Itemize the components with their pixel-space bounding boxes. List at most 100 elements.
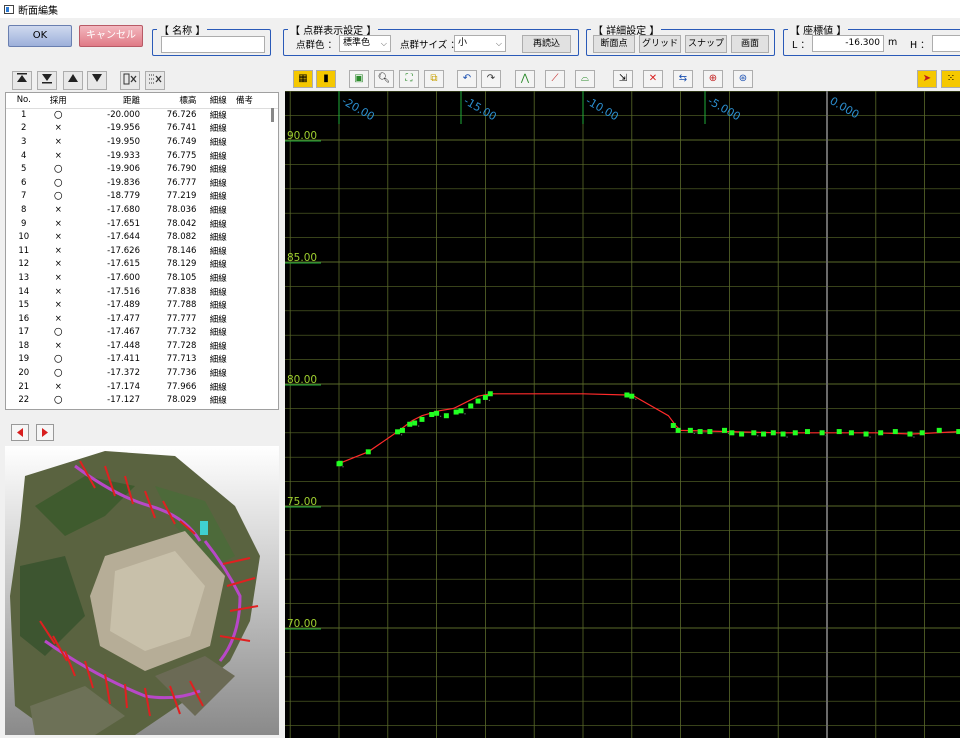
table-row[interactable]: 8 × -17.680 78.036 細線: [6, 203, 278, 217]
table-row[interactable]: 16 × -17.477 77.777 細線: [6, 312, 278, 326]
insert-point-icon[interactable]: ⊕: [703, 70, 723, 88]
table-row[interactable]: 12 × -17.615 78.129 細線: [6, 258, 278, 272]
move-top-icon[interactable]: [12, 71, 32, 90]
col-elevation[interactable]: 標高: [143, 93, 201, 109]
row-elevation: 76.726: [166, 110, 197, 121]
col-distance[interactable]: 距離: [74, 93, 144, 109]
redo-icon[interactable]: ↷: [481, 70, 501, 88]
row-use: 〇: [54, 355, 63, 366]
delete-rows-icon[interactable]: [145, 71, 165, 90]
l-value-field[interactable]: -16.300: [812, 35, 884, 52]
col-use[interactable]: 採用: [41, 93, 75, 109]
table-row[interactable]: 3 × -19.950 76.749 細線: [6, 135, 278, 149]
next-section-button[interactable]: [36, 424, 54, 441]
name-input[interactable]: [161, 36, 265, 53]
zoom-extents-icon[interactable]: ⛶: [399, 70, 419, 88]
table-row[interactable]: 10 × -17.644 78.082 細線: [6, 230, 278, 244]
arrow-left-icon: [17, 428, 23, 437]
table-row[interactable]: 5 〇 -19.906 76.790 細線: [6, 162, 278, 176]
delete-point-icon[interactable]: [120, 71, 140, 90]
snap-button[interactable]: スナップ: [685, 35, 727, 53]
move-up-icon[interactable]: [63, 71, 83, 90]
point-cloud-overview[interactable]: [5, 446, 279, 735]
row-no: 5: [21, 164, 27, 175]
table-row[interactable]: 22 〇 -17.127 78.029 細線: [6, 393, 278, 407]
row-elevation: 76.775: [166, 150, 197, 161]
row-elevation: 77.777: [166, 313, 197, 324]
row-line: 細線: [209, 233, 227, 244]
table-row[interactable]: 13 × -17.600 78.105 細線: [6, 271, 278, 285]
row-note: [236, 339, 278, 353]
table-row[interactable]: 1 〇 -20.000 76.726 細線: [6, 108, 278, 122]
col-note[interactable]: 備考: [235, 93, 278, 109]
point-size-select[interactable]: 小 ⌵: [454, 35, 506, 52]
row-distance: -17.372: [107, 368, 140, 379]
table-row[interactable]: 20 〇 -17.372 77.736 細線: [6, 366, 278, 380]
grid-button[interactable]: グリッド: [639, 35, 681, 53]
table-row[interactable]: 19 〇 -17.411 77.713 細線: [6, 353, 278, 367]
reload-button[interactable]: 再読込: [522, 35, 571, 53]
section-canvas[interactable]: -20.00 -15.00 -10.00 -5.000 0.000 90.00 85.00 8…: [285, 91, 960, 738]
section-point: [429, 412, 435, 417]
row-use: ×: [54, 218, 62, 229]
section-point: [629, 393, 635, 399]
move-down-step-icon[interactable]: [37, 71, 57, 90]
polyline-icon[interactable]: ⋀: [515, 70, 535, 88]
ok-button[interactable]: OK: [8, 25, 72, 47]
table-row[interactable]: 15 × -17.489 77.788 細線: [6, 298, 278, 312]
table-row[interactable]: 4 × -19.933 76.775 細線: [6, 149, 278, 163]
move-down-icon[interactable]: [87, 71, 107, 90]
table-row[interactable]: 7 〇 -18.779 77.219 細線: [6, 190, 278, 204]
grid-toggle-icon[interactable]: ⁙: [941, 70, 960, 88]
row-note: [236, 162, 278, 176]
row-use: ×: [54, 136, 62, 147]
table-row[interactable]: 14 × -17.516 77.838 細線: [6, 285, 278, 299]
row-use: ×: [54, 259, 62, 270]
table-row[interactable]: 11 × -17.626 78.146 細線: [6, 244, 278, 258]
y-tick-label: 80.00: [287, 374, 317, 386]
h-value-field[interactable]: [932, 35, 960, 52]
chevron-down-icon: ⌵: [380, 39, 387, 48]
table-row[interactable]: 6 〇 -19.836 76.777 細線: [6, 176, 278, 190]
measure-icon[interactable]: ⊛: [733, 70, 753, 88]
l-unit: m: [888, 37, 898, 48]
section-point: [412, 420, 418, 426]
row-note: [236, 176, 278, 190]
row-elevation: 77.736: [166, 368, 197, 379]
section-point: [770, 430, 776, 436]
line-icon[interactable]: ⟋: [545, 70, 565, 88]
table-row[interactable]: 2 × -19.956 76.741 細線: [6, 122, 278, 136]
table-row[interactable]: 17 〇 -17.467 77.732 細線: [6, 326, 278, 340]
undo-icon[interactable]: ↶: [457, 70, 477, 88]
pointer-icon[interactable]: ➤: [917, 70, 937, 88]
col-no[interactable]: No.: [6, 93, 42, 109]
row-distance: -18.779: [107, 191, 140, 202]
zoom-icon[interactable]: 🔍︎: [374, 70, 394, 88]
fit-view-icon[interactable]: ▣: [349, 70, 369, 88]
table-row[interactable]: 9 × -17.651 78.042 細線: [6, 217, 278, 231]
window-select-icon[interactable]: ⧉: [424, 70, 444, 88]
prev-section-button[interactable]: [11, 424, 29, 441]
row-note: [236, 393, 278, 407]
profile-line: [338, 393, 959, 465]
info-view-icon[interactable]: ▮: [316, 70, 336, 88]
x-tick-label: -10.00: [584, 94, 621, 123]
cancel-button[interactable]: キャンセル: [79, 25, 143, 47]
add-point-icon[interactable]: ⇲: [613, 70, 633, 88]
section-point: [751, 430, 757, 436]
section-point: [687, 427, 693, 433]
move-point-icon[interactable]: ⇆: [673, 70, 693, 88]
row-line: 細線: [209, 137, 227, 148]
row-no: 11: [18, 245, 30, 256]
table-view-icon[interactable]: ▦: [293, 70, 313, 88]
screen-button[interactable]: 画面: [731, 35, 769, 53]
delete-icon[interactable]: ✕: [643, 70, 663, 88]
row-elevation: 76.777: [166, 177, 197, 188]
col-line[interactable]: 細線: [200, 93, 236, 109]
table-row[interactable]: 18 × -17.448 77.728 細線: [6, 339, 278, 353]
table-row[interactable]: 21 × -17.174 77.966 細線: [6, 380, 278, 394]
point-color-select[interactable]: 標準色 ⌵: [339, 35, 391, 52]
arc-icon[interactable]: ⌓: [575, 70, 595, 88]
table-scrollbar[interactable]: [271, 108, 274, 122]
section-points-button[interactable]: 断面点: [593, 35, 635, 53]
